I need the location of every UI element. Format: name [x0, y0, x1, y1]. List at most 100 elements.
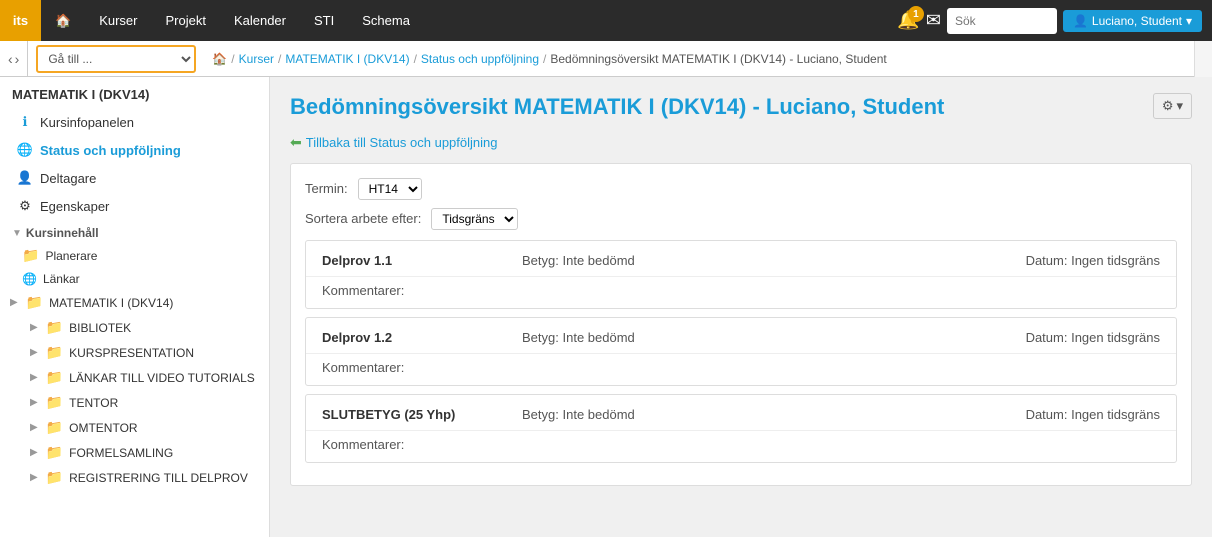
settings-gear-button[interactable]: ⚙ ▾	[1153, 93, 1192, 119]
globe-small-icon: 🌐	[22, 272, 37, 286]
folder-icon: 📁	[46, 469, 63, 486]
assessment-grade-1: Betyg: Inte bedömd	[522, 253, 1026, 268]
folder-icon: 📁	[46, 344, 63, 361]
folder-planerare[interactable]: 📁 Planerare	[0, 243, 269, 268]
sidebar-item-label: Status och uppföljning	[40, 143, 181, 158]
assessment-grade-3: Betyg: Inte bedömd	[522, 407, 1026, 422]
breadcrumb-status[interactable]: Status och uppföljning	[421, 52, 539, 66]
expand-arrow-icon: ▶	[30, 472, 38, 483]
folder-formelsamling[interactable]: ▶ 📁 FORMELSAMLING	[0, 440, 269, 465]
sidebar-item-label: Egenskaper	[40, 199, 109, 214]
date-value-3: Ingen tidsgräns	[1071, 407, 1160, 422]
logo: its	[0, 0, 41, 41]
date-value-2: Ingen tidsgräns	[1071, 330, 1160, 345]
nav-kurser[interactable]: Kurser	[85, 0, 151, 41]
main-panel: Termin: HT14 Sortera arbete efter: Tidsg…	[290, 163, 1192, 486]
back-arrow-icon: ⬅	[290, 134, 302, 151]
back-link-area: ⬅ Tillbaka till Status och uppföljning	[270, 130, 1212, 163]
assessment-name-1: Delprov 1.1	[322, 253, 522, 268]
assessment-date-3: Datum: Ingen tidsgräns	[1026, 407, 1160, 422]
nav-forward-button[interactable]: ›	[15, 51, 20, 67]
assessment-card-top-1: Delprov 1.1 Betyg: Inte bedömd Datum: In…	[306, 241, 1176, 277]
expand-icon: ▼	[12, 228, 22, 239]
folder-tentor[interactable]: ▶ 📁 TENTOR	[0, 390, 269, 415]
assessment-card-top-3: SLUTBETYG (25 Yhp) Betyg: Inte bedömd Da…	[306, 395, 1176, 431]
expand-arrow-icon: ▶	[30, 397, 38, 408]
breadcrumb-home-icon[interactable]: 🏠	[212, 52, 227, 66]
search-input[interactable]	[947, 8, 1057, 34]
grade-value-3: Inte bedömd	[562, 407, 634, 422]
assessments-area: Delprov 1.1 Betyg: Inte bedömd Datum: In…	[305, 240, 1177, 463]
back-link[interactable]: Tillbaka till Status och uppföljning	[306, 135, 498, 150]
nav-links: 🏠 Kurser Projekt Kalender STI Schema	[41, 0, 424, 41]
folder-omtentor[interactable]: ▶ 📁 OMTENTOR	[0, 415, 269, 440]
breadcrumb: 🏠 / Kurser / MATEMATIK I (DKV14) / Statu…	[204, 52, 1194, 66]
breadcrumb-course[interactable]: MATEMATIK I (DKV14)	[285, 52, 409, 66]
folder-icon: 📁	[46, 444, 63, 461]
dropdown-chevron-icon: ▾	[1186, 14, 1192, 28]
assessment-name-3: SLUTBETYG (25 Yhp)	[322, 407, 522, 422]
expand-arrow-icon: ▶	[30, 347, 38, 358]
sort-select[interactable]: Tidsgräns	[431, 208, 518, 230]
date-value-1: Ingen tidsgräns	[1071, 253, 1160, 268]
term-select[interactable]: HT14	[358, 178, 422, 200]
sub-navigation: ‹ › Gå till ... 🏠 / Kurser / MATEMATIK I…	[0, 41, 1212, 77]
folder-kurspresentation[interactable]: ▶ 📁 KURSPRESENTATION	[0, 340, 269, 365]
expand-arrow-icon: ▶	[30, 372, 38, 383]
breadcrumb-current: Bedömningsöversikt MATEMATIK I (DKV14) -…	[550, 52, 886, 66]
user-label: Luciano, Student	[1092, 14, 1182, 28]
term-label: Termin:	[305, 181, 348, 196]
folder-bibliotek[interactable]: ▶ 📁 BIBLIOTEK	[0, 315, 269, 340]
grade-label-2: Betyg:	[522, 330, 559, 345]
date-label-3: Datum:	[1026, 407, 1068, 422]
assessment-grade-2: Betyg: Inte bedömd	[522, 330, 1026, 345]
goto-select[interactable]: Gå till ...	[36, 45, 196, 73]
sidebar-item-status[interactable]: 🌐 Status och uppföljning	[0, 136, 269, 164]
assessment-comments-1: Kommentarer:	[306, 277, 1176, 308]
expand-arrow-icon: ▶	[30, 322, 38, 333]
nav-kalender[interactable]: Kalender	[220, 0, 300, 41]
folder-main-icon: 📁	[26, 294, 43, 311]
sidebar-item-egenskaper[interactable]: ⚙ Egenskaper	[0, 192, 269, 220]
folder-lankar[interactable]: 🌐 Länkar	[0, 268, 269, 290]
folder-lankar-video[interactable]: ▶ 📁 LÄNKAR TILL VIDEO TUTORIALS	[0, 365, 269, 390]
user-icon: 👤	[1073, 14, 1088, 28]
nav-projekt[interactable]: Projekt	[151, 0, 219, 41]
sidebar: MATEMATIK I (DKV14) ℹ Kursinfopanelen 🌐 …	[0, 77, 270, 537]
sidebar-item-deltagare[interactable]: 👤 Deltagare	[0, 164, 269, 192]
folder-registrering[interactable]: ▶ 📁 REGISTRERING TILL DELPROV	[0, 465, 269, 490]
folder-icon: 📁	[46, 319, 63, 336]
grade-value-1: Inte bedömd	[562, 253, 634, 268]
main-layout: MATEMATIK I (DKV14) ℹ Kursinfopanelen 🌐 …	[0, 77, 1212, 537]
nav-home[interactable]: 🏠	[41, 0, 85, 41]
assessment-card-3: SLUTBETYG (25 Yhp) Betyg: Inte bedömd Da…	[305, 394, 1177, 463]
folder-icon: 📁	[46, 419, 63, 436]
page-title: Bedömningsöversikt MATEMATIK I (DKV14) -…	[290, 93, 944, 122]
nav-sti[interactable]: STI	[300, 0, 348, 41]
breadcrumb-kurser[interactable]: Kurser	[239, 52, 274, 66]
folder-icon: 📁	[46, 394, 63, 411]
nav-schema[interactable]: Schema	[348, 0, 424, 41]
nav-back-button[interactable]: ‹	[8, 51, 13, 67]
assessment-date-1: Datum: Ingen tidsgräns	[1026, 253, 1160, 268]
kursinnehall-section: ▼ Kursinnehåll	[0, 220, 269, 243]
assessment-card-1: Delprov 1.1 Betyg: Inte bedömd Datum: In…	[305, 240, 1177, 309]
mail-icon[interactable]: ✉	[926, 10, 941, 31]
notification-bell[interactable]: 🔔 1	[897, 10, 919, 31]
globe-icon: 🌐	[16, 141, 34, 159]
grade-label-1: Betyg:	[522, 253, 559, 268]
dropdown-arrow-icon: ▾	[1176, 98, 1183, 114]
user-menu-button[interactable]: 👤 Luciano, Student ▾	[1063, 10, 1202, 32]
notification-badge: 1	[908, 6, 924, 22]
gear-icon: ⚙	[16, 197, 34, 215]
date-label-1: Datum:	[1026, 253, 1068, 268]
nav-arrows: ‹ ›	[0, 41, 28, 76]
sidebar-item-kursinfopanelen[interactable]: ℹ Kursinfopanelen	[0, 108, 269, 136]
folder-icon: 📁	[46, 369, 63, 386]
folder-course-main[interactable]: ▶ 📁 MATEMATIK I (DKV14)	[0, 290, 269, 315]
top-navigation: its 🏠 Kurser Projekt Kalender STI Schema…	[0, 0, 1212, 41]
grade-label-3: Betyg:	[522, 407, 559, 422]
grade-value-2: Inte bedömd	[562, 330, 634, 345]
assessment-card-2: Delprov 1.2 Betyg: Inte bedömd Datum: In…	[305, 317, 1177, 386]
sidebar-course-title: MATEMATIK I (DKV14)	[0, 77, 269, 108]
